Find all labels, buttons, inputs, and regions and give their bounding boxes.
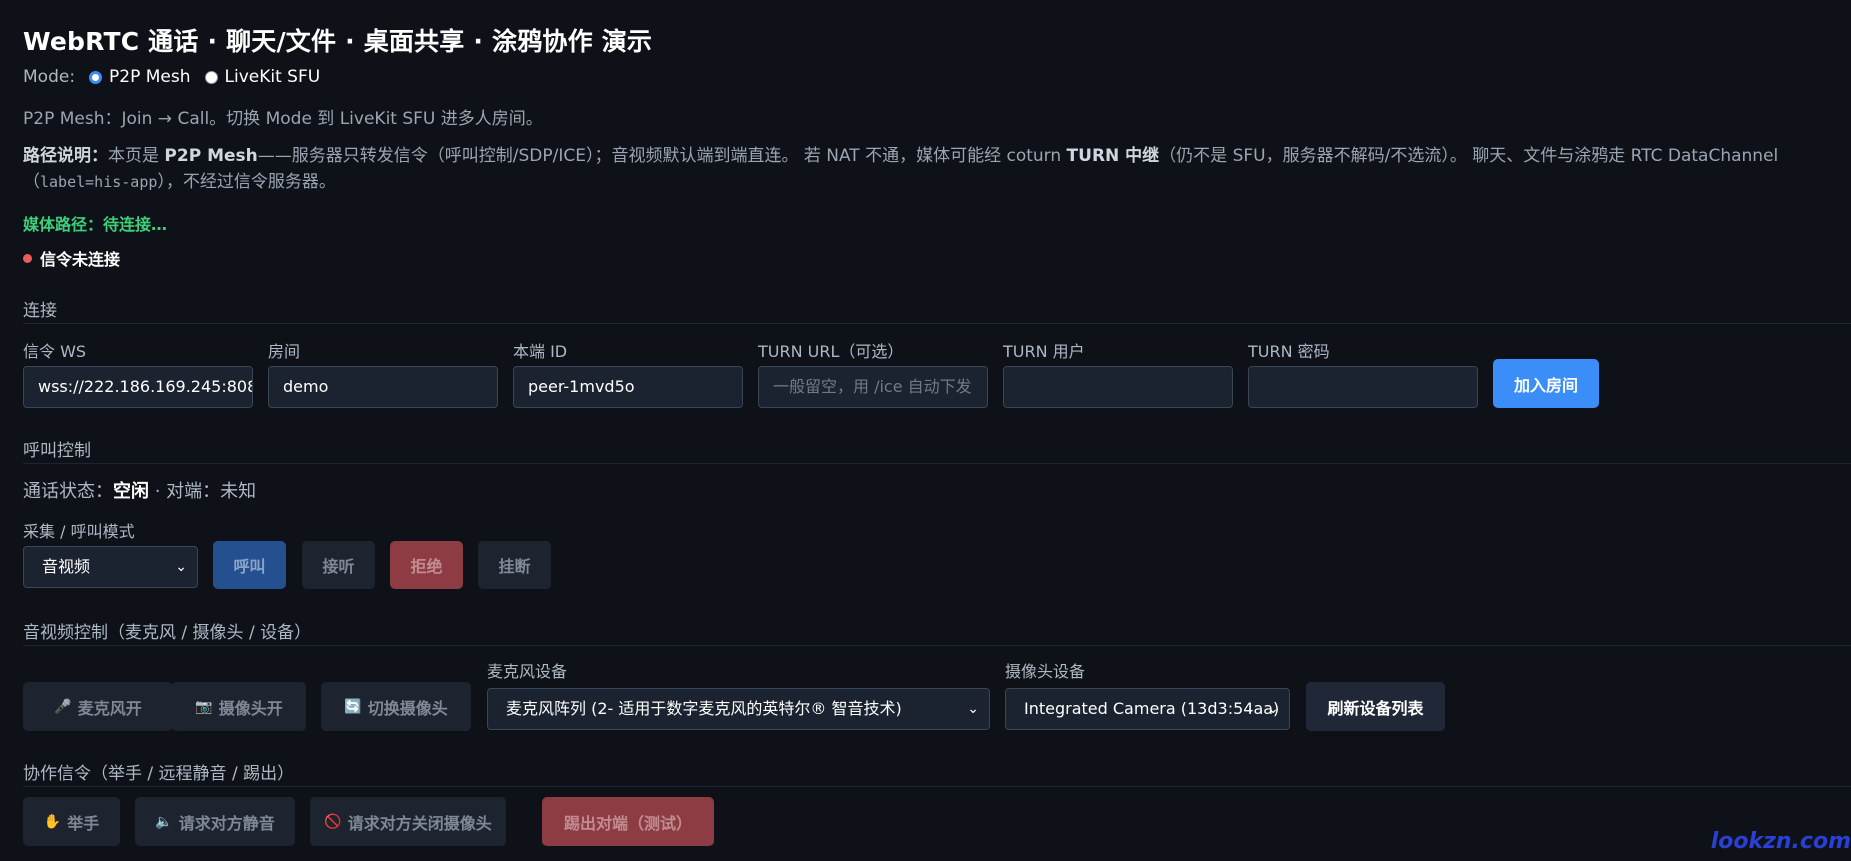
mode-radio-livekit[interactable] — [204, 70, 218, 84]
call-state: 通话状态：空闲 · 对端：未知 — [23, 477, 256, 503]
divider — [23, 645, 1851, 646]
camera-icon: 📷 — [195, 698, 213, 715]
mic-device-value: 麦克风阵列 (2- 适用于数字麦克风的英特尔® 智音技术) — [506, 699, 902, 718]
refresh-devices-button[interactable]: 刷新设备列表 — [1306, 682, 1445, 731]
watermark-logo: lookzn.com — [1710, 829, 1851, 854]
route-heading: 路径说明： — [23, 146, 108, 166]
camera-toggle-label: 摄像头开 — [218, 698, 283, 718]
hangup-button[interactable]: 挂断 — [478, 541, 551, 589]
mode-option-p2p[interactable]: P2P Mesh — [109, 67, 190, 87]
turn-user-input[interactable] — [1003, 366, 1233, 408]
chevron-down-icon: ⌄ — [175, 559, 187, 575]
reject-button[interactable]: 拒绝 — [390, 541, 463, 589]
section-call-title: 呼叫控制 — [23, 441, 91, 461]
switch-camera-label: 切换摄像头 — [367, 698, 448, 718]
page-title: WebRTC 通话 · 聊天/文件 · 桌面共享 · 涂鸦协作 演示 — [23, 27, 653, 56]
chevron-down-icon: ⌄ — [967, 701, 979, 717]
ws-input[interactable]: wss://222.186.169.245:8081 — [23, 366, 253, 408]
divider — [23, 786, 1851, 787]
camera-device-label: 摄像头设备 — [1005, 662, 1086, 681]
mic-device-select[interactable]: 麦克风阵列 (2- 适用于数字麦克风的英特尔® 智音技术) ⌄ — [487, 688, 990, 730]
switch-camera-icon: 🔄 — [344, 698, 362, 715]
camera-device-value: Integrated Camera (13d3:54aa) — [1024, 699, 1280, 718]
peer-id-input[interactable]: peer-1mvd5o — [513, 366, 743, 408]
mic-toggle-label: 麦克风开 — [77, 698, 142, 718]
hand-icon: ✋ — [43, 813, 62, 830]
peer-id-label: 本端 ID — [513, 342, 568, 361]
signal-status-text: 信令未连接 — [40, 250, 121, 269]
mode-hint: P2P Mesh：Join → Call。切换 Mode 到 LiveKit S… — [23, 109, 543, 129]
media-path-status: 媒体路径：待连接… — [23, 215, 168, 234]
route-label-code: label=his-app — [40, 173, 158, 191]
ws-label: 信令 WS — [23, 342, 87, 361]
mic-toggle-button[interactable]: 🎤 麦克风开 — [23, 682, 173, 731]
raise-hand-button[interactable]: ✋ 举手 — [23, 797, 120, 846]
route-text-2: ——服务器只转发信令（呼叫控制/SDP/ICE）；音视频默认端到端直连。 若 N… — [257, 146, 1067, 166]
section-connect-title: 连接 — [23, 301, 57, 321]
switch-camera-button[interactable]: 🔄 切换摄像头 — [321, 682, 471, 731]
turn-user-label: TURN 用户 — [1003, 342, 1085, 361]
turn-pass-label: TURN 密码 — [1248, 342, 1330, 361]
divider — [23, 323, 1851, 324]
call-button[interactable]: 呼叫 — [213, 541, 286, 589]
turn-pass-input[interactable] — [1248, 366, 1478, 408]
capture-mode-value: 音视频 — [42, 557, 91, 576]
signal-status: 信令未连接 — [23, 246, 120, 270]
camera-toggle-button[interactable]: 📷 摄像头开 — [172, 682, 306, 731]
microphone-icon: 🎤 — [54, 698, 72, 715]
prohibited-icon: 🚫 — [324, 813, 342, 830]
request-mute-label: 请求对方静音 — [178, 813, 275, 833]
request-mute-button[interactable]: 🔈 请求对方静音 — [135, 797, 295, 846]
peer-state: · 对端：未知 — [149, 481, 257, 502]
route-p2p: P2P Mesh — [164, 146, 258, 166]
join-room-button[interactable]: 加入房间 — [1493, 359, 1599, 408]
route-text-4: ），不经过信令服务器。 — [157, 172, 336, 192]
divider — [23, 463, 1851, 464]
room-input[interactable]: demo — [268, 366, 498, 408]
mode-selector: Mode: P2P Mesh LiveKit SFU — [23, 67, 320, 87]
mode-option-livekit[interactable]: LiveKit SFU — [225, 67, 321, 87]
status-dot-icon — [23, 253, 32, 263]
camera-device-select[interactable]: Integrated Camera (13d3:54aa) ⌄ — [1005, 688, 1290, 730]
speaker-muted-icon: 🔈 — [155, 813, 173, 830]
capture-mode-select[interactable]: 音视频 ⌄ — [23, 546, 198, 588]
section-av-title: 音视频控制（麦克风 / 摄像头 / 设备） — [23, 623, 312, 643]
request-camera-off-button[interactable]: 🚫 请求对方关闭摄像头 — [310, 797, 506, 846]
raise-hand-label: 举手 — [67, 813, 100, 833]
turn-url-label: TURN URL（可选） — [758, 342, 904, 361]
route-text-1: 本页是 — [108, 146, 165, 166]
route-turn: TURN 中继 — [1066, 146, 1160, 166]
chevron-down-icon: ⌄ — [1267, 701, 1279, 717]
call-state-label: 通话状态： — [23, 481, 113, 502]
kick-peer-button[interactable]: 踢出对端（测试） — [542, 797, 714, 846]
mode-label: Mode: — [23, 67, 76, 87]
request-camera-off-label: 请求对方关闭摄像头 — [347, 813, 492, 833]
turn-url-input[interactable]: 一般留空，用 /ice 自动下发 — [758, 366, 988, 408]
call-state-value: 空闲 — [113, 481, 149, 502]
room-label: 房间 — [268, 342, 301, 361]
section-collab-title: 协作信令（举手 / 远程静音 / 踢出） — [23, 764, 295, 784]
mode-radio-p2p[interactable] — [89, 70, 103, 84]
route-description: 路径说明：本页是 P2P Mesh——服务器只转发信令（呼叫控制/SDP/ICE… — [23, 143, 1823, 195]
capture-mode-label: 采集 / 呼叫模式 — [23, 522, 135, 541]
mic-device-label: 麦克风设备 — [487, 662, 568, 681]
answer-button[interactable]: 接听 — [302, 541, 375, 589]
